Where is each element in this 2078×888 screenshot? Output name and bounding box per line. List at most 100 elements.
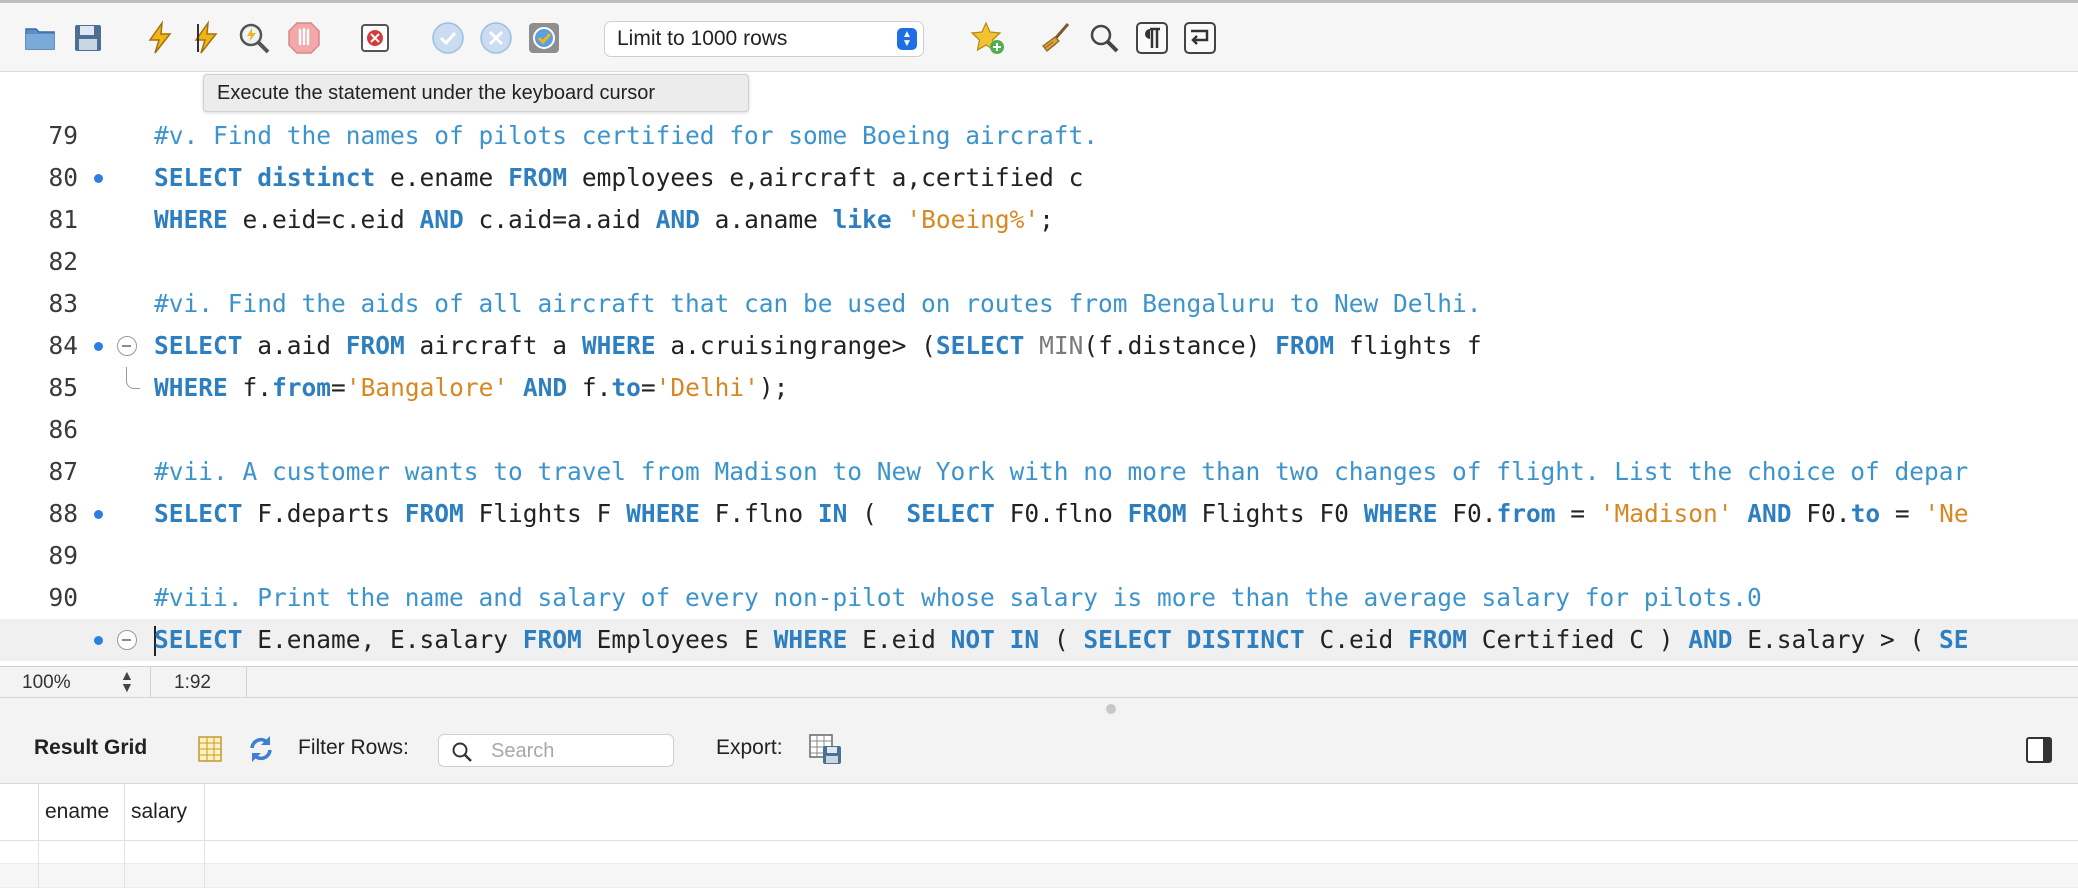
commit-button[interactable]: [428, 18, 468, 58]
refresh-button[interactable]: [246, 734, 276, 764]
status-divider: [150, 667, 151, 697]
execute-current-button[interactable]: [186, 18, 226, 58]
sidebar-toggle-icon: [2026, 737, 2052, 763]
filter-rows-search-input[interactable]: Search: [438, 734, 674, 767]
editor-line: 89 SELECT F.departs FROM Flights F WHERE…: [0, 493, 2078, 570]
magnifier-lightning-icon: [239, 23, 270, 54]
table-row: [0, 840, 2078, 864]
sql-keyword: NOT IN: [950, 625, 1040, 654]
code-text: SELECT E.ename, E.salary FROM Employees …: [154, 619, 1969, 661]
toggle-wrap-button[interactable]: [1180, 18, 1220, 58]
wrap-icon: [1184, 22, 1216, 54]
find-button[interactable]: [1084, 18, 1124, 58]
sql-keyword: WHERE: [154, 373, 228, 402]
limit-rows-select[interactable]: Limit to 1000 rows ▲ ▼: [604, 21, 924, 57]
lightning-icon: [148, 20, 172, 54]
editor-line: 81 SELECT distinct e.ename FROM employee…: [0, 157, 2078, 234]
toggle-sidebar-button[interactable]: [2024, 735, 2054, 765]
fold-toggle[interactable]: [117, 336, 137, 356]
stop-icon: [288, 22, 320, 54]
sql-keyword: to: [1850, 499, 1881, 528]
sql-keyword: WHERE: [1363, 499, 1438, 528]
code-text: SELECT distinct e.ename FROM employees e…: [154, 157, 1083, 199]
execute-button[interactable]: [140, 18, 180, 58]
sql-text: a.aname: [699, 205, 833, 234]
grid-line: [124, 840, 125, 888]
export-label: Export:: [716, 736, 783, 759]
editor-line: 86 WHERE f.from='Bangalore' AND f.to='De…: [0, 367, 2078, 444]
splitter-handle[interactable]: [1106, 704, 1116, 714]
sql-editor[interactable]: 79 80 #v. Find the names of pilots certi…: [0, 72, 2078, 666]
sql-keyword: to: [611, 373, 641, 402]
column-header-ename[interactable]: ename: [39, 784, 125, 840]
editor-line: 84 #vi. Find the aids of all aircraft th…: [0, 283, 2078, 360]
sql-text: employees e,aircraft a,certified c: [567, 163, 1084, 192]
sql-text: =: [640, 373, 656, 402]
sql-keyword: distinct: [257, 163, 376, 192]
sql-text: Flights F0: [1186, 499, 1364, 528]
save-button[interactable]: [68, 18, 108, 58]
beautify-button[interactable]: [1036, 18, 1076, 58]
column-header-salary[interactable]: salary: [125, 784, 205, 840]
statement-marker: [94, 174, 103, 183]
result-grid-tab[interactable]: Result Grid: [34, 736, 147, 760]
sql-text: aircraft a: [404, 331, 582, 360]
sql-keyword: FROM: [508, 163, 568, 192]
toggle-invisibles-button[interactable]: [1132, 18, 1172, 58]
sql-text: E.ename, E.salary: [242, 625, 523, 654]
sql-keyword: SE: [1939, 625, 1969, 654]
sql-text: f.: [567, 373, 612, 402]
search-icon: [452, 742, 472, 762]
zoom-stepper-icon[interactable]: ▲ ▼: [120, 668, 134, 694]
toggle-error-stop-button[interactable]: [356, 18, 396, 58]
editor-line: 91 #viii. Print the name and salary of e…: [0, 577, 2078, 654]
sql-text: f.: [227, 373, 273, 402]
sql-text: E.salary > (: [1732, 625, 1940, 654]
editor-line: 87: [0, 409, 2078, 486]
sql-function: MIN: [1039, 331, 1084, 360]
sql-keyword: like: [832, 205, 892, 234]
sql-text: =: [1555, 499, 1600, 528]
editor-line: 80 #v. Find the names of pilots certifie…: [0, 115, 2078, 192]
sql-keyword: WHERE: [154, 205, 228, 234]
sql-text: C.eid: [1304, 625, 1408, 654]
add-snippet-button[interactable]: [968, 18, 1008, 58]
cursor-position: 1:92: [174, 672, 211, 693]
autocommit-toggle[interactable]: [524, 18, 564, 58]
sql-keyword: from: [1496, 499, 1556, 528]
sql-keyword: AND: [1747, 499, 1792, 528]
stop-error-icon: [361, 24, 389, 52]
sql-comment: #v. Find the names of pilots certified f…: [154, 121, 1099, 150]
explain-button[interactable]: [234, 18, 274, 58]
code-text: #v. Find the names of pilots certified f…: [154, 115, 1098, 157]
statement-marker: [94, 636, 103, 645]
fold-toggle[interactable]: [117, 630, 137, 650]
stop-button[interactable]: [284, 18, 324, 58]
sql-keyword: S: [154, 625, 169, 654]
rollback-button[interactable]: [476, 18, 516, 58]
sql-text: =: [1880, 499, 1925, 528]
result-toolbar: Result Grid Filter Rows: Search Export:: [0, 716, 2078, 784]
zoom-level[interactable]: 100%: [22, 672, 71, 694]
autocommit-icon: [529, 23, 559, 53]
sql-keyword: IN: [817, 499, 848, 528]
code-text: WHERE e.eid=c.eid AND c.aid=a.aid AND a.…: [154, 199, 1054, 241]
sql-comment: #vii. A customer wants to travel from Ma…: [154, 457, 1969, 486]
code-text: WHERE f.from='Bangalore' AND f.to='Delhi…: [154, 367, 788, 409]
editor-status-bar: 100% ▲ ▼ 1:92: [0, 666, 2078, 698]
grid-view-button[interactable]: [196, 734, 224, 764]
toolbar-tooltip: Execute the statement under the keyboard…: [203, 74, 749, 112]
status-divider: [246, 667, 247, 697]
row-header-cell: [0, 784, 39, 840]
sql-keyword: AND: [419, 205, 464, 234]
sql-keyword: AND: [1688, 625, 1733, 654]
export-button[interactable]: [808, 732, 844, 766]
sql-text: F.flno: [699, 499, 818, 528]
sql-text: e.ename: [375, 163, 509, 192]
panel-splitter[interactable]: [0, 698, 2078, 716]
sql-text: ;: [1039, 205, 1054, 234]
statement-marker: [94, 342, 103, 351]
open-file-button[interactable]: [20, 18, 60, 58]
result-grid-body: [0, 840, 2078, 888]
grid-view-icon: [198, 736, 222, 762]
